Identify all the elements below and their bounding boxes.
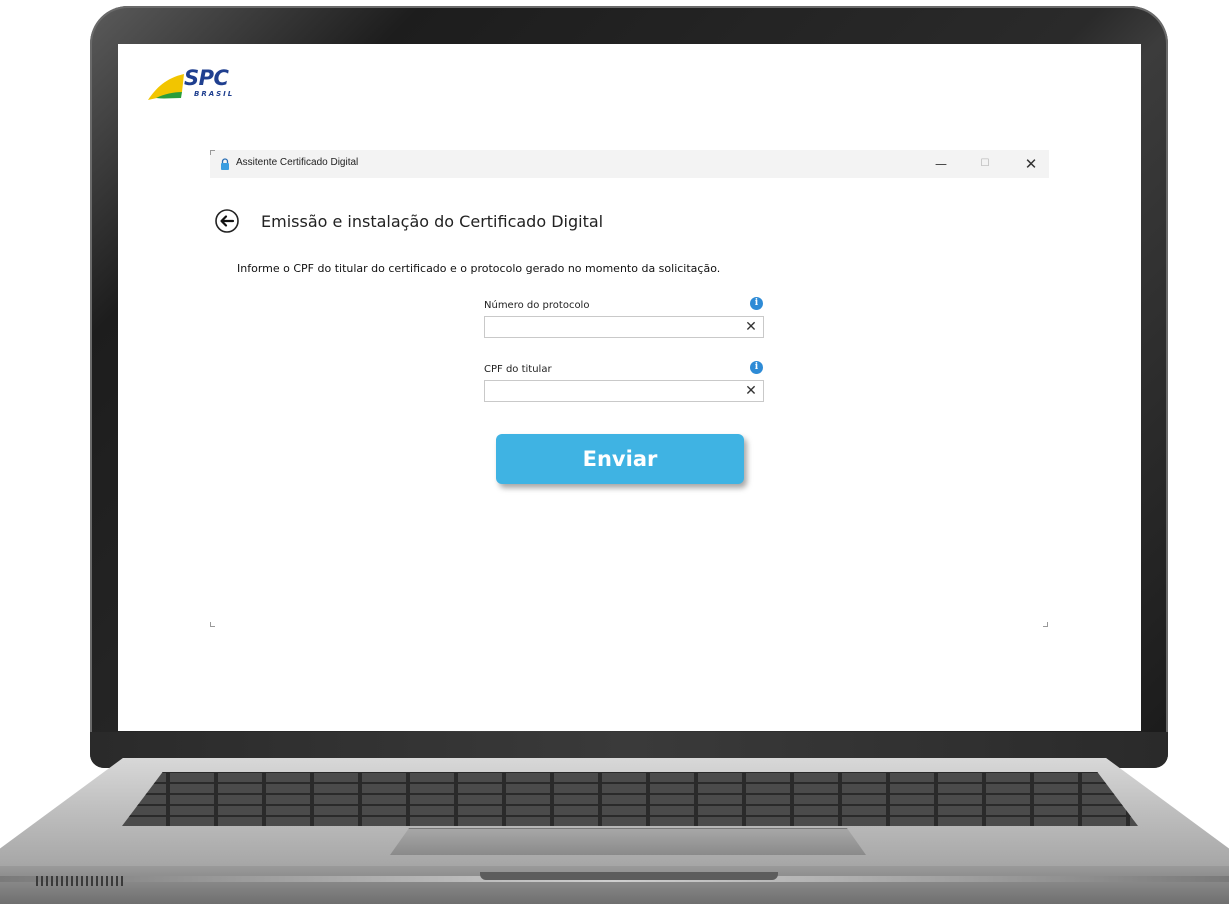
page-title: Emissão e instalação do Certificado Digi… <box>261 212 604 231</box>
close-button[interactable]: ✕ <box>1016 154 1046 174</box>
laptop-screen: SPC BRASIL Assitente Certificado Digital… <box>118 44 1141 731</box>
spc-brasil-logo: SPC BRASIL <box>146 66 232 104</box>
window-titlebar[interactable]: Assitente Certificado Digital — ☐ ✕ <box>210 150 1049 178</box>
cpf-label: CPF do titular <box>484 364 552 375</box>
logo-subtext: BRASIL <box>194 90 235 98</box>
back-arrow-icon[interactable] <box>214 208 240 234</box>
cpf-clear-button[interactable]: ✕ <box>743 382 759 400</box>
app-window: Assitente Certificado Digital — ☐ ✕ Emis… <box>210 150 1049 627</box>
window-corner <box>1043 622 1048 627</box>
protocol-label: Número do protocolo <box>484 300 590 311</box>
laptop-keyboard <box>122 772 1138 826</box>
submit-button[interactable]: Enviar <box>496 434 744 484</box>
laptop-vents <box>36 876 126 886</box>
window-corner <box>210 150 215 155</box>
protocol-clear-button[interactable]: ✕ <box>743 318 759 336</box>
window-title: Assitente Certificado Digital <box>236 157 359 168</box>
protocol-field: ✕ <box>484 316 764 338</box>
minimize-button[interactable]: — <box>926 154 956 174</box>
lock-icon <box>221 158 229 170</box>
maximize-button[interactable]: ☐ <box>970 154 1000 174</box>
laptop-touchpad <box>390 828 866 855</box>
protocol-input[interactable] <box>485 317 735 337</box>
logo-swoosh-icon <box>148 74 184 100</box>
protocol-info-icon[interactable]: i <box>750 297 763 310</box>
window-corner <box>210 622 215 627</box>
cpf-info-icon[interactable]: i <box>750 361 763 374</box>
instructions-text: Informe o CPF do titular do certificado … <box>237 262 721 275</box>
cpf-field: ✕ <box>484 380 764 402</box>
cpf-input[interactable] <box>485 381 735 401</box>
laptop-notch <box>480 872 778 880</box>
logo-text: SPC <box>184 66 229 90</box>
